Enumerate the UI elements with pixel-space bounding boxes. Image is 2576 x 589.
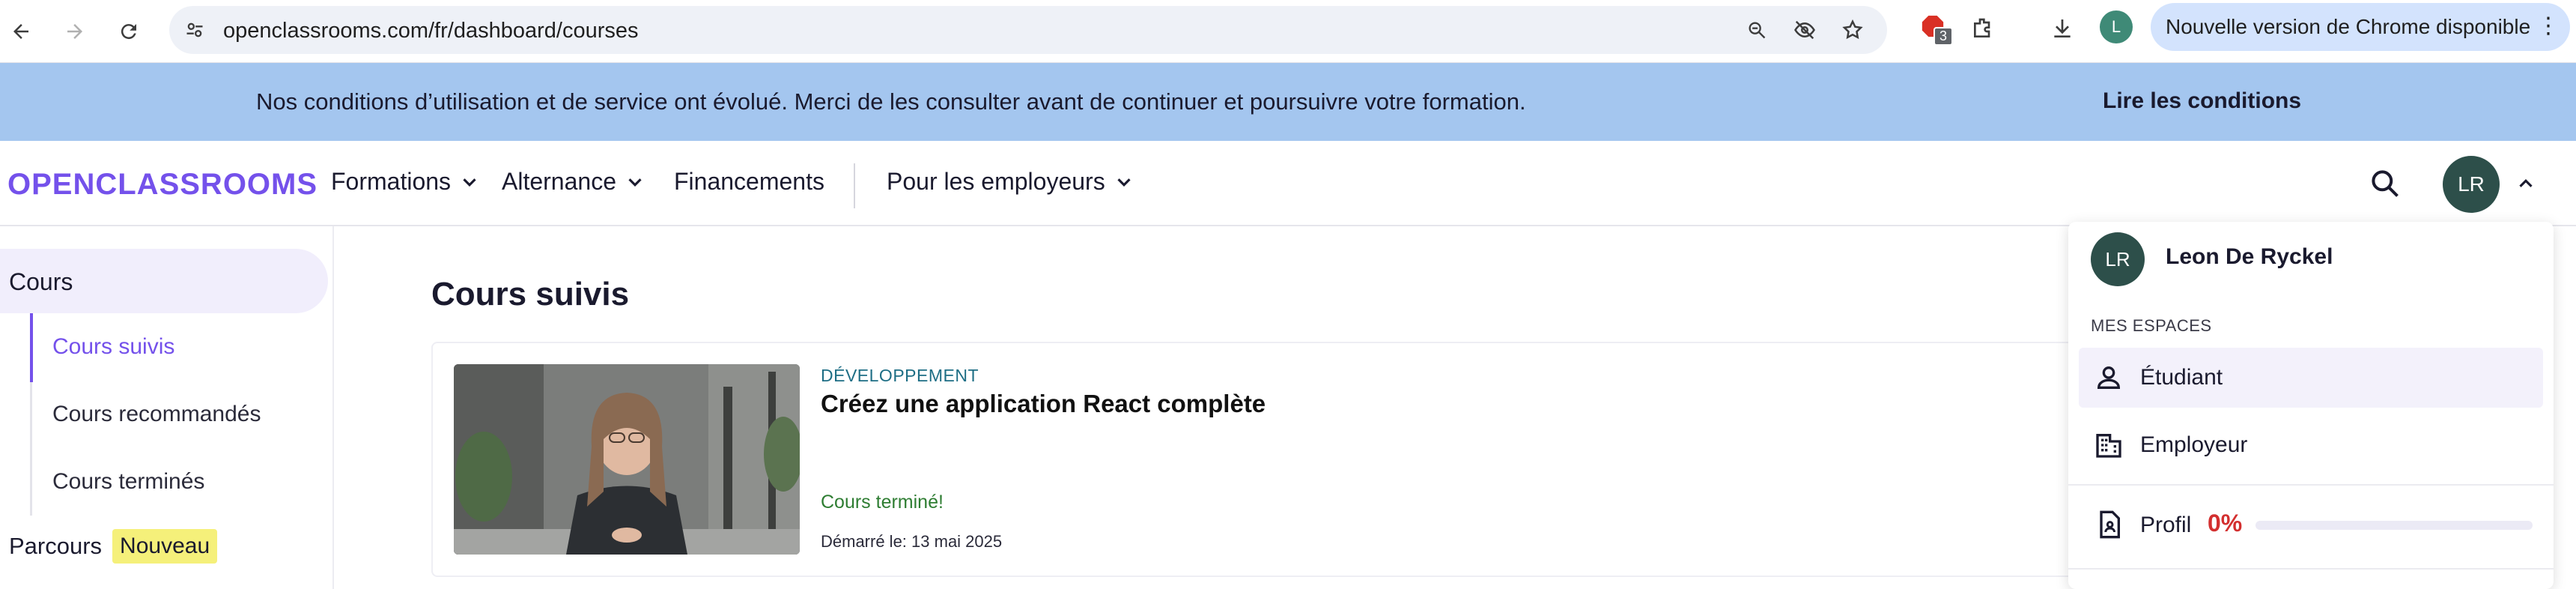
menu-item-employeur-label: Employeur (2140, 432, 2248, 457)
nav-alternance-label: Alternance (502, 168, 616, 195)
reload-button[interactable] (111, 13, 147, 49)
browser-toolbar: openclassrooms.com/fr/dashboard/courses … (0, 0, 2576, 63)
spaces-section-label: MES ESPACES (2091, 316, 2212, 335)
menu-item-etudiant-label: Étudiant (2140, 365, 2223, 390)
nav-formations-label: Formations (331, 168, 452, 195)
chevron-down-icon (463, 178, 476, 187)
course-thumbnail (454, 364, 800, 555)
back-button[interactable] (3, 13, 39, 49)
submenu-active-indicator (30, 313, 33, 382)
profile-percentage: 0% (2208, 510, 2243, 537)
building-icon (2096, 434, 2121, 458)
page-title: Cours suivis (431, 276, 630, 312)
course-title[interactable]: Créez une application React complète (821, 390, 1266, 418)
sidebar-item-cours-termines[interactable]: Cours terminés (52, 469, 204, 495)
chrome-update-button[interactable]: Nouvelle version de Chrome disponible ⋮ (2151, 3, 2570, 51)
star-icon[interactable] (1839, 16, 1866, 43)
browser-profile-avatar[interactable]: L (2100, 10, 2133, 43)
user-name: Leon De Ryckel (2166, 244, 2333, 269)
profile-label[interactable]: Profil (2140, 513, 2191, 538)
openclassrooms-logo[interactable]: OPENCLASSROOMS (7, 168, 318, 202)
nav-employeurs-label: Pour les employeurs (887, 168, 1105, 195)
profile-progress-bar (2255, 521, 2533, 530)
course-card[interactable]: DÉVELOPPEMENT Créez une application Reac… (431, 342, 2154, 577)
sidebar-item-cours-label: Cours (9, 268, 73, 295)
nav-employeurs[interactable]: Pour les employeurs (887, 168, 1135, 196)
dropdown-avatar: LR (2091, 232, 2145, 286)
extension-badge-count: 3 (1933, 27, 1954, 46)
puzzle-extensions-icon[interactable] (1969, 15, 1996, 42)
profile-document-icon[interactable] (2094, 510, 2124, 540)
zoom-icon[interactable] (1743, 16, 1770, 43)
site-header: OPENCLASSROOMS Formations Alternance Fin… (0, 141, 2576, 226)
dropdown-divider (2068, 484, 2554, 486)
address-bar[interactable]: openclassrooms.com/fr/dashboard/courses (169, 6, 1887, 54)
course-start-date: Démarré le: 13 mai 2025 (821, 532, 1003, 551)
terms-banner: Nos conditions d’utilisation et de servi… (0, 63, 2576, 141)
chevron-down-icon (1117, 178, 1131, 187)
chevron-down-icon (628, 178, 642, 187)
search-icon[interactable] (2368, 166, 2402, 201)
arrow-right-icon (67, 24, 82, 39)
menu-item-employeur[interactable]: Employeur (2079, 415, 2543, 475)
nav-alternance[interactable]: Alternance (502, 168, 646, 196)
course-status: Cours terminé! (821, 492, 944, 513)
eye-off-icon[interactable] (1791, 16, 1818, 43)
download-icon[interactable] (2049, 15, 2076, 42)
nav-financements[interactable]: Financements (674, 168, 824, 196)
extension-abp-button[interactable]: 3 (1920, 12, 1957, 49)
person-icon (2097, 366, 2121, 389)
nav-formations[interactable]: Formations (331, 168, 481, 196)
menu-item-etudiant[interactable]: Étudiant (2079, 348, 2543, 408)
sidebar-item-parcours[interactable]: Parcours Nouveau (9, 529, 218, 564)
sidebar-item-cours-suivis[interactable]: Cours suivis (52, 334, 174, 360)
read-terms-link[interactable]: Lire les conditions (2103, 88, 2301, 114)
new-badge: Nouveau (112, 529, 218, 564)
user-menu-dropdown: LR Leon De Ryckel MES ESPACES Étudiant E… (2068, 222, 2554, 589)
reload-icon (121, 24, 136, 40)
sidebar-item-cours[interactable]: Cours (0, 249, 328, 313)
chevron-up-icon[interactable] (2513, 171, 2539, 196)
sidebar-item-parcours-label: Parcours (9, 533, 103, 559)
nav-divider (854, 163, 855, 208)
nav-financements-label: Financements (674, 168, 824, 195)
dropdown-divider (2068, 568, 2554, 570)
chrome-update-label: Nouvelle version de Chrome disponible (2166, 15, 2531, 38)
more-vert-icon[interactable]: ⋮ (2537, 15, 2560, 37)
url-text: openclassrooms.com/fr/dashboard/courses (223, 19, 639, 43)
user-avatar-button[interactable]: LR (2443, 156, 2500, 213)
banner-message: Nos conditions d’utilisation et de servi… (256, 88, 1526, 115)
arrow-left-icon (13, 24, 28, 39)
course-category: DÉVELOPPEMENT (821, 366, 979, 385)
site-settings-icon[interactable] (183, 18, 207, 42)
forward-button[interactable] (57, 13, 93, 49)
sidebar-item-cours-recommandes[interactable]: Cours recommandés (52, 402, 261, 427)
sidebar: Cours Cours suivis Cours recommandés Cou… (0, 226, 334, 589)
